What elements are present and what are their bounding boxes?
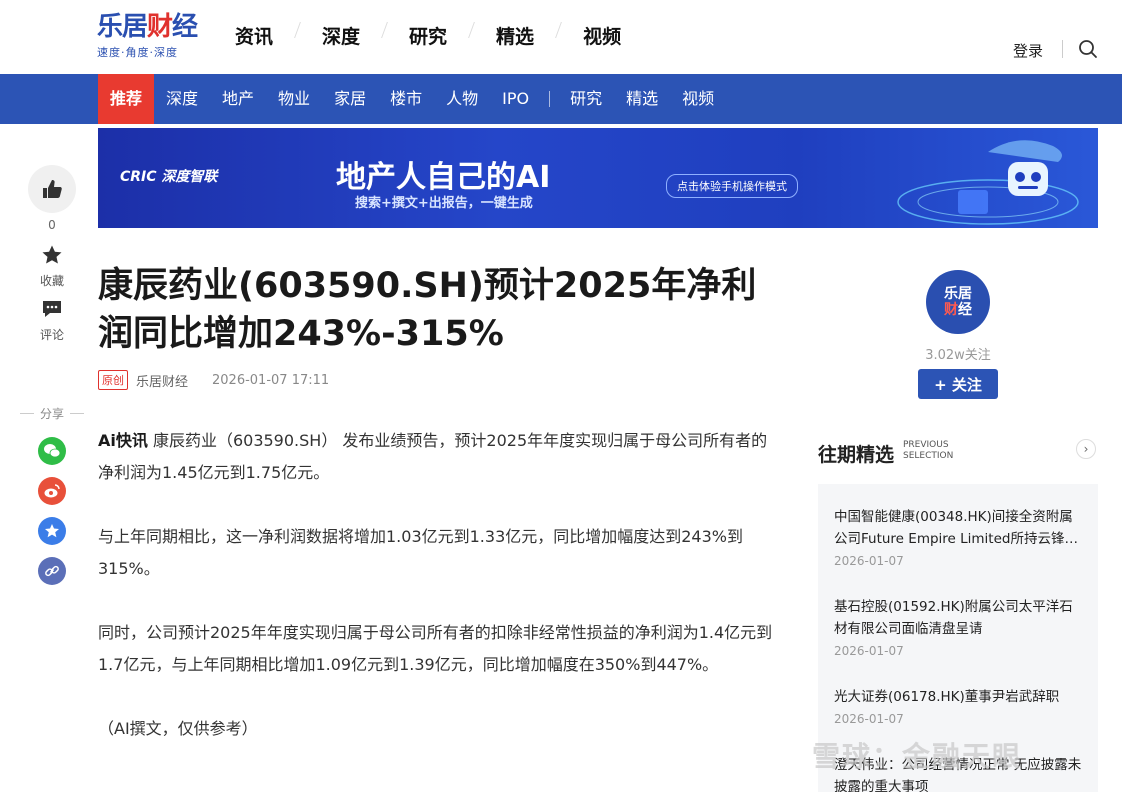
top-nav: 资讯 深度 研究 精选 视频 (235, 22, 621, 49)
channel-ipo[interactable]: IPO (490, 74, 541, 124)
list-item-title[interactable]: 基石控股(01592.HK)附属公司太平洋石材有限公司面临清盘呈请 (834, 596, 1084, 640)
list-item-date: 2026-01-07 (834, 712, 904, 726)
top-nav-depth[interactable]: 深度 (322, 22, 360, 49)
article-source[interactable]: 乐居财经 (136, 371, 188, 390)
top-nav-research[interactable]: 研究 (409, 22, 447, 49)
share-heading: 分享 (20, 405, 84, 422)
nav-separator (555, 22, 562, 38)
channel-nav: 推荐 深度 地产 物业 家居 楼市 人物 IPO 研究 精选 视频 (0, 74, 1122, 124)
article-body: Ai快讯 康辰药业（603590.SH） 发布业绩预告，预计2025年年度实现归… (98, 425, 778, 777)
search-icon[interactable] (1078, 39, 1098, 59)
logo-wordmark: 乐居财经 (97, 12, 207, 42)
logo-slogan: 速度·角度·深度 (97, 46, 178, 59)
article-meta: 原创 乐居财经 2026-01-07 17:11 (98, 370, 329, 390)
channel-research[interactable]: 研究 (558, 74, 614, 124)
avatar-text-top: 乐居 (944, 286, 972, 302)
logo-text-b: 财 (147, 12, 173, 42)
channel-recommend[interactable]: 推荐 (98, 74, 155, 124)
follower-count: 3.02w关注 (925, 348, 991, 363)
article-datetime: 2026-01-07 17:11 (212, 372, 330, 388)
follow-button[interactable]: + 关注 (918, 369, 998, 399)
banner-title: 地产人自己的AI (336, 160, 551, 195)
channel-property[interactable]: 物业 (266, 74, 322, 124)
avatar-text-bottom: 财经 (944, 302, 972, 318)
ai-news-label: Ai快讯 (98, 431, 148, 450)
top-header: 乐居财经 速度·角度·深度 资讯 深度 研究 精选 视频 登录 (0, 0, 1122, 74)
channel-video[interactable]: 视频 (670, 74, 726, 124)
channel-realestate[interactable]: 地产 (210, 74, 266, 124)
channel-home[interactable]: 家居 (322, 74, 378, 124)
wechat-share-icon[interactable] (38, 437, 66, 465)
paragraph: Ai快讯 康辰药业（603590.SH） 发布业绩预告，预计2025年年度实现归… (98, 425, 778, 489)
top-nav-news[interactable]: 资讯 (235, 22, 273, 49)
ad-banner[interactable]: CRIC 深度智联 地产人自己的AI 搜索+撰文+出报告，一键生成 点击体验手机… (98, 128, 1098, 228)
nav-separator (381, 22, 388, 38)
copy-link-icon[interactable] (38, 557, 66, 585)
article-title: 康辰药业(603590.SH)预计2025年净利润同比增加243%-315% (98, 266, 757, 354)
list-item[interactable]: 基石控股(01592.HK)附属公司太平洋石材有限公司面临清盘呈请 2026-0… (834, 596, 1084, 658)
list-item-title[interactable]: 光大证券(06178.HK)董事尹岩武辞职 (834, 686, 1084, 708)
thumbs-up-icon (43, 180, 62, 198)
paragraph: 与上年同期相比，这一净利润数据将增加1.03亿元到1.33亿元，同比增加幅度达到… (98, 527, 743, 578)
nav-separator (468, 22, 475, 38)
nav-separator (294, 22, 301, 38)
channel-market[interactable]: 楼市 (378, 74, 434, 124)
top-nav-featured[interactable]: 精选 (496, 22, 534, 49)
paragraph: 同时，公司预计2025年年度实现归属于母公司所有者的扣除非经常性损益的净利润为1… (98, 623, 773, 674)
paragraph: （AI撰文，仅供参考） (98, 719, 258, 738)
channel-featured[interactable]: 精选 (614, 74, 670, 124)
qzone-share-icon[interactable] (38, 517, 66, 545)
past-selection-subtitle: PREVIOUS SELECTION (903, 440, 954, 461)
like-button[interactable] (28, 165, 76, 213)
chevron-right-icon[interactable]: › (1076, 439, 1096, 459)
banner-cta-button[interactable]: 点击体验手机操作模式 (666, 174, 798, 198)
comment-icon (43, 301, 61, 317)
banner-brand: CRIC 深度智联 (120, 169, 218, 185)
header-divider (1062, 40, 1063, 58)
robot-illustration (897, 140, 1079, 225)
site-logo[interactable]: 乐居财经 速度·角度·深度 (97, 12, 207, 60)
comment-label: 评论 (39, 328, 64, 342)
channel-divider (549, 91, 551, 107)
list-item[interactable]: 中国智能健康(00348.HK)间接全资附属公司Future Empire Li… (834, 506, 1084, 568)
logo-text-a: 乐居 (97, 12, 148, 42)
top-nav-video[interactable]: 视频 (583, 22, 621, 49)
login-link[interactable]: 登录 (1013, 40, 1043, 61)
channel-people[interactable]: 人物 (434, 74, 490, 124)
paragraph-text: 康辰药业（603590.SH） 发布业绩预告，预计2025年年度实现归属于母公司… (98, 431, 768, 482)
past-selection-title: 往期精选 (818, 444, 895, 466)
list-item-title[interactable]: 中国智能健康(00348.HK)间接全资附属公司Future Empire Li… (834, 506, 1084, 550)
author-avatar[interactable]: 乐居 财经 (926, 270, 990, 334)
original-badge: 原创 (98, 370, 128, 390)
logo-text-c: 经 (172, 12, 198, 42)
banner-subtitle: 搜索+撰文+出报告，一键生成 (355, 196, 533, 211)
weibo-share-icon[interactable] (38, 477, 66, 505)
list-item-date: 2026-01-07 (834, 644, 904, 658)
comment-button[interactable]: 评论 (20, 298, 84, 343)
channel-depth[interactable]: 深度 (154, 74, 210, 124)
favorite-button[interactable]: 收藏 (20, 244, 84, 289)
list-item-date: 2026-01-07 (834, 554, 904, 568)
favorite-label: 收藏 (39, 274, 64, 288)
star-icon (42, 245, 62, 264)
watermark: 雪球：金融天眼 (812, 740, 1023, 773)
list-item[interactable]: 光大证券(06178.HK)董事尹岩武辞职 2026-01-07 (834, 686, 1084, 726)
like-count: 0 (48, 218, 56, 232)
